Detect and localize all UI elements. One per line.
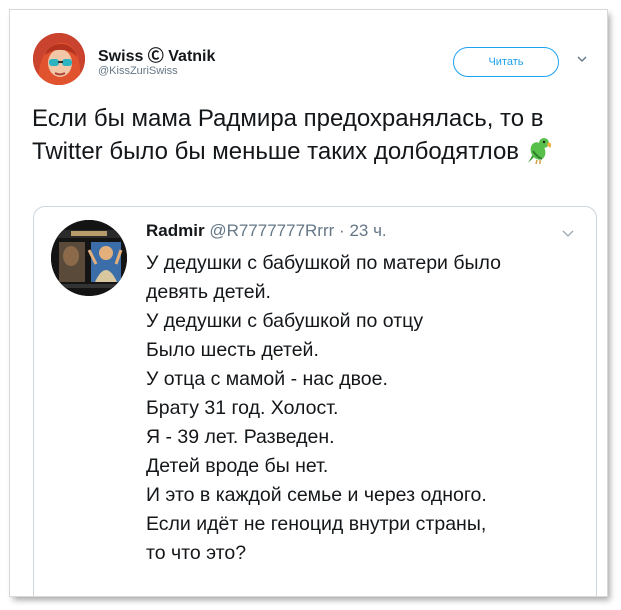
- quoted-text-line: то что это?: [146, 542, 247, 564]
- author-avatar[interactable]: [33, 33, 85, 85]
- follow-button[interactable]: Читать: [453, 47, 559, 77]
- quoted-text-line: У дедушки с бабушкой по отцу: [146, 310, 424, 332]
- tweet-card: Swiss Ⓒ Vatnik @KissZuriSwiss Читать Есл…: [10, 10, 607, 596]
- header-separator: ·: [339, 221, 345, 240]
- quoted-header: Radmir @R7777777Rrrr · 23 ч.: [146, 221, 387, 241]
- quoted-text-line: Брату 31 год. Холост.: [146, 397, 339, 419]
- tweet-text-content: Если бы мама Радмира предохранялась, то …: [32, 105, 544, 165]
- tweet-text: Если бы мама Радмира предохранялась, то …: [32, 102, 592, 168]
- quoted-author-name[interactable]: Radmir: [146, 221, 205, 240]
- quoted-text-line: Если идёт не геноцид внутри страны,: [146, 513, 487, 535]
- quoted-text-line: девять детей.: [146, 281, 271, 303]
- quoted-timestamp[interactable]: 23 ч.: [349, 221, 386, 240]
- quoted-author-handle[interactable]: @R7777777Rrrr: [209, 221, 334, 240]
- author-handle[interactable]: @KissZuriSwiss: [98, 65, 178, 77]
- quoted-text-line: У дедушки с бабушкой по матери было: [146, 252, 501, 274]
- author-name[interactable]: Swiss Ⓒ Vatnik: [98, 42, 215, 66]
- chevron-down-icon[interactable]: [577, 54, 587, 64]
- quoted-text-line: Детей вроде бы нет.: [146, 455, 329, 477]
- quoted-author-avatar[interactable]: [51, 220, 127, 296]
- quoted-tweet[interactable]: Radmir @R7777777Rrrr · 23 ч. У дедушки с…: [33, 206, 597, 596]
- quoted-text: У дедушки с бабушкой по матери было девя…: [146, 249, 586, 568]
- quoted-text-line: У отца с мамой - нас двое.: [146, 368, 388, 390]
- parrot-emoji-icon: [528, 138, 552, 165]
- chevron-down-icon[interactable]: [562, 228, 574, 238]
- quoted-text-line: И это в каждой семье и через одного.: [146, 484, 487, 506]
- quoted-text-line: Я - 39 лет. Разведен.: [146, 426, 335, 448]
- quoted-text-line: Было шесть детей.: [146, 339, 319, 361]
